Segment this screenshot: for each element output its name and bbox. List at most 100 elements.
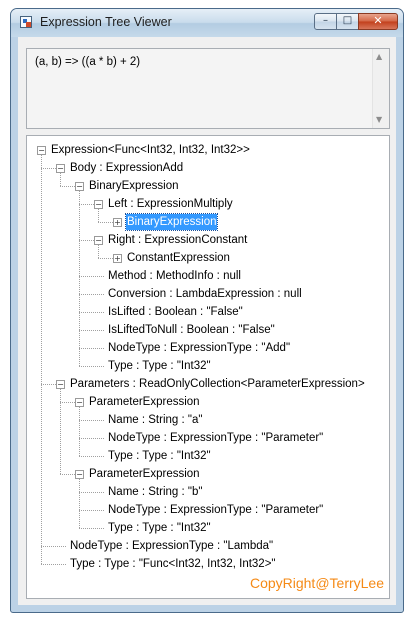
collapse-icon[interactable]: −	[75, 398, 84, 407]
tree-connector	[41, 564, 66, 565]
tree-connector	[79, 456, 104, 457]
tree-node-parameter-a[interactable]: ParameterExpression	[88, 394, 201, 410]
tree-node-label: Left : ExpressionMultiply	[108, 198, 233, 210]
tree-node-label: Body : ExpressionAdd	[70, 162, 184, 174]
minimize-button[interactable]: –	[314, 13, 337, 30]
tree-connector	[79, 510, 104, 511]
tree-node-nodetype-lambda[interactable]: NodeType : ExpressionType : "Lambda"	[69, 538, 274, 554]
tree-node-label: Right : ExpressionConstant	[108, 234, 248, 246]
tree-node-conversion[interactable]: Conversion : LambdaExpression : null	[107, 286, 303, 302]
window-title: Expression Tree Viewer	[40, 15, 172, 29]
tree-connector	[79, 330, 104, 331]
tree-node-left-binary-expression[interactable]: BinaryExpression	[124, 213, 219, 231]
tree-node-label: IsLiftedToNull : Boolean : "False"	[108, 324, 275, 336]
expression-tree-view[interactable]: − Expression<Func<Int32, Int32, Int32>> − B…	[26, 135, 390, 599]
tree-node-label: Type : Type : "Func<Int32, Int32, Int32>…	[70, 558, 276, 570]
tree-connector	[79, 528, 104, 529]
tree-node-label: NodeType : ExpressionType : "Add"	[108, 342, 291, 354]
tree-node-nodetype-param-b[interactable]: NodeType : ExpressionType : "Parameter"	[107, 502, 324, 518]
tree-node-label: Name : String : "b"	[108, 486, 203, 498]
tree-connector	[60, 474, 75, 475]
collapse-icon[interactable]: −	[75, 182, 84, 191]
collapse-icon[interactable]: −	[56, 380, 65, 389]
expand-icon[interactable]: +	[113, 218, 122, 227]
tree-node-nodetype-param-a[interactable]: NodeType : ExpressionType : "Parameter"	[107, 430, 324, 446]
tree-node-label: Method : MethodInfo : null	[108, 270, 241, 282]
tree-connector	[79, 420, 104, 421]
title-bar[interactable]: Expression Tree Viewer – □ ✕	[11, 9, 403, 37]
collapse-icon[interactable]: −	[37, 146, 46, 155]
tree-connector	[60, 186, 75, 187]
collapse-icon[interactable]: −	[94, 200, 103, 209]
tree-node-name-b[interactable]: Name : String : "b"	[107, 484, 203, 500]
tree-node-nodetype-add[interactable]: NodeType : ExpressionType : "Add"	[107, 340, 291, 356]
tree-node-label: NodeType : ExpressionType : "Lambda"	[70, 540, 274, 552]
collapse-icon[interactable]: −	[75, 470, 84, 479]
tree-node-right[interactable]: Right : ExpressionConstant	[107, 232, 248, 248]
tree-node-label: ParameterExpression	[89, 468, 200, 480]
tree-node-label: Conversion : LambdaExpression : null	[108, 288, 302, 300]
tree-connector	[41, 384, 56, 385]
maximize-button[interactable]: □	[336, 13, 359, 30]
tree-connector	[79, 312, 104, 313]
tree-node-label: IsLifted : Boolean : "False"	[108, 306, 243, 318]
tree-node-islifted[interactable]: IsLifted : Boolean : "False"	[107, 304, 244, 320]
tree-connector	[79, 366, 104, 367]
tree-node-label: NodeType : ExpressionType : "Parameter"	[108, 432, 324, 444]
tree-node-label: Type : Type : "Int32"	[108, 522, 211, 534]
tree-node-type-b[interactable]: Type : Type : "Int32"	[107, 520, 212, 536]
tree-node-name-a[interactable]: Name : String : "a"	[107, 412, 203, 428]
tree-node-isliftedtonull[interactable]: IsLiftedToNull : Boolean : "False"	[107, 322, 276, 338]
tree-connector	[41, 155, 42, 564]
tree-connector	[98, 245, 99, 258]
app-icon	[20, 16, 32, 28]
expand-icon[interactable]: +	[113, 254, 122, 263]
tree-connector	[41, 546, 66, 547]
client-area: (a, b) => ((a * b) + 2) ▲ ▼ − Expression<…	[18, 37, 396, 605]
collapse-icon[interactable]: −	[56, 164, 65, 173]
tree-node-label: ConstantExpression	[127, 252, 230, 264]
tree-connector	[79, 204, 94, 205]
tree-node-type-int32[interactable]: Type : Type : "Int32"	[107, 358, 212, 374]
tree-node-label: ParameterExpression	[89, 396, 200, 408]
tree-node-type-func[interactable]: Type : Type : "Func<Int32, Int32, Int32>…	[69, 556, 277, 572]
scroll-up-icon[interactable]: ▲	[376, 52, 382, 61]
tree-node-method[interactable]: Method : MethodInfo : null	[107, 268, 242, 284]
tree-connector	[79, 438, 104, 439]
tree-connector	[79, 407, 80, 456]
tree-node-root[interactable]: Expression<Func<Int32, Int32, Int32>>	[50, 142, 251, 158]
tree-connector	[60, 173, 61, 186]
tree-connector	[79, 276, 104, 277]
tree-node-label: BinaryExpression	[124, 213, 219, 231]
tree-connector	[79, 240, 94, 241]
tree-node-label: Type : Type : "Int32"	[108, 450, 211, 462]
tree-connector	[79, 348, 104, 349]
tree-node-label: Name : String : "a"	[108, 414, 203, 426]
close-button[interactable]: ✕	[358, 13, 398, 30]
tree-node-label: Parameters : ReadOnlyCollection<Paramete…	[70, 378, 365, 390]
tree-node-label: Type : Type : "Int32"	[108, 360, 211, 372]
tree-node-body[interactable]: Body : ExpressionAdd	[69, 160, 184, 176]
tree-node-parameters[interactable]: Parameters : ReadOnlyCollection<Paramete…	[69, 376, 366, 392]
expression-textbox[interactable]: (a, b) => ((a * b) + 2) ▲ ▼	[26, 48, 390, 129]
copyright-watermark: CopyRight@TerryLee	[249, 575, 384, 591]
tree-node-parameter-b[interactable]: ParameterExpression	[88, 466, 201, 482]
scroll-down-icon[interactable]: ▼	[376, 115, 382, 124]
tree-connector	[98, 209, 99, 222]
app-window: Expression Tree Viewer – □ ✕ (a, b) => (…	[10, 8, 404, 613]
tree-connector	[79, 492, 104, 493]
tree-node-constant-expression[interactable]: ConstantExpression	[126, 250, 231, 266]
tree-connector	[98, 258, 113, 259]
tree-node-left[interactable]: Left : ExpressionMultiply	[107, 196, 234, 212]
collapse-icon[interactable]: −	[94, 236, 103, 245]
tree-node-label: NodeType : ExpressionType : "Parameter"	[108, 504, 324, 516]
tree-connector	[98, 222, 113, 223]
tree-node-type-a[interactable]: Type : Type : "Int32"	[107, 448, 212, 464]
expression-scrollbar[interactable]: ▲ ▼	[372, 49, 389, 128]
tree-connector	[41, 168, 56, 169]
tree-connector	[79, 479, 80, 528]
tree-connector	[79, 191, 80, 366]
tree-connector	[79, 294, 104, 295]
tree-connector	[60, 402, 75, 403]
tree-node-binary-expression[interactable]: BinaryExpression	[88, 178, 179, 194]
